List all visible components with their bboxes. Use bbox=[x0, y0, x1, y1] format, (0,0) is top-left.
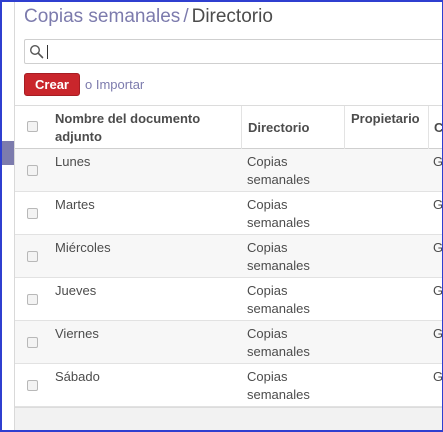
column-divider bbox=[344, 106, 345, 150]
cell-directory: Copias semanales bbox=[247, 326, 310, 359]
cell-truncated: G S. bbox=[433, 326, 443, 341]
cell-name: Lunes bbox=[55, 154, 91, 169]
column-header-name[interactable]: Nombre del documento adjunto bbox=[55, 110, 235, 146]
cell-name: Sábado bbox=[55, 369, 100, 384]
table-row[interactable]: Martes Copias semanales G S. bbox=[15, 192, 443, 235]
import-prompt: o Importar bbox=[85, 77, 144, 92]
page-title: Directorio bbox=[191, 6, 273, 27]
column-header-directory[interactable]: Directorio bbox=[248, 119, 309, 137]
app-window: Copias semanales / Directorio Crear o Impo… bbox=[0, 0, 443, 432]
documents-table: Nombre del documento adjunto Directorio … bbox=[15, 105, 443, 407]
table-row[interactable]: Jueves Copias semanales G S. bbox=[15, 278, 443, 321]
cell-directory: Copias semanales bbox=[247, 197, 310, 230]
breadcrumb-separator: / bbox=[183, 6, 189, 27]
row-checkbox[interactable] bbox=[27, 251, 38, 262]
column-header-truncated[interactable]: C bbox=[434, 119, 442, 137]
import-link[interactable]: Importar bbox=[96, 77, 144, 92]
or-label: o bbox=[85, 77, 93, 92]
column-divider bbox=[241, 106, 242, 150]
text-caret bbox=[47, 45, 48, 59]
table-row[interactable]: Lunes Copias semanales G S. bbox=[15, 149, 443, 192]
cell-name: Viernes bbox=[55, 326, 99, 341]
column-divider bbox=[428, 106, 429, 150]
row-checkbox[interactable] bbox=[27, 294, 38, 305]
select-all-checkbox[interactable] bbox=[27, 121, 38, 132]
cell-name: Martes bbox=[55, 197, 95, 212]
create-button[interactable]: Crear bbox=[24, 73, 80, 96]
column-header-owner[interactable]: Propietario bbox=[351, 110, 420, 128]
table-footer bbox=[15, 407, 442, 430]
row-checkbox[interactable] bbox=[27, 337, 38, 348]
cell-directory: Copias semanales bbox=[247, 154, 310, 187]
cell-directory: Copias semanales bbox=[247, 240, 310, 273]
cell-truncated: G S. bbox=[433, 283, 443, 298]
cell-truncated: G S. bbox=[433, 240, 443, 255]
table-header: Nombre del documento adjunto Directorio … bbox=[15, 105, 442, 150]
row-checkbox[interactable] bbox=[27, 165, 38, 176]
cell-name: Miércoles bbox=[55, 240, 111, 255]
table-row[interactable]: Viernes Copias semanales G S. bbox=[15, 321, 443, 364]
table-row[interactable]: Sábado Copias semanales G S. bbox=[15, 364, 443, 407]
breadcrumb-parent-link[interactable]: Copias semanales bbox=[24, 6, 180, 27]
search-input[interactable] bbox=[24, 39, 442, 64]
row-checkbox[interactable] bbox=[27, 208, 38, 219]
cell-name: Jueves bbox=[55, 283, 97, 298]
cell-truncated: G S. bbox=[433, 154, 443, 169]
search-icon bbox=[29, 44, 44, 59]
cell-directory: Copias semanales bbox=[247, 369, 310, 402]
cell-truncated: G S. bbox=[433, 197, 443, 212]
table-row[interactable]: Miércoles Copias semanales G S. bbox=[15, 235, 443, 278]
cell-truncated: G S. bbox=[433, 369, 443, 384]
cell-directory: Copias semanales bbox=[247, 283, 310, 316]
row-checkbox[interactable] bbox=[27, 380, 38, 391]
sidebar-active-marker bbox=[2, 141, 14, 165]
breadcrumb: Copias semanales / Directorio bbox=[24, 6, 273, 28]
